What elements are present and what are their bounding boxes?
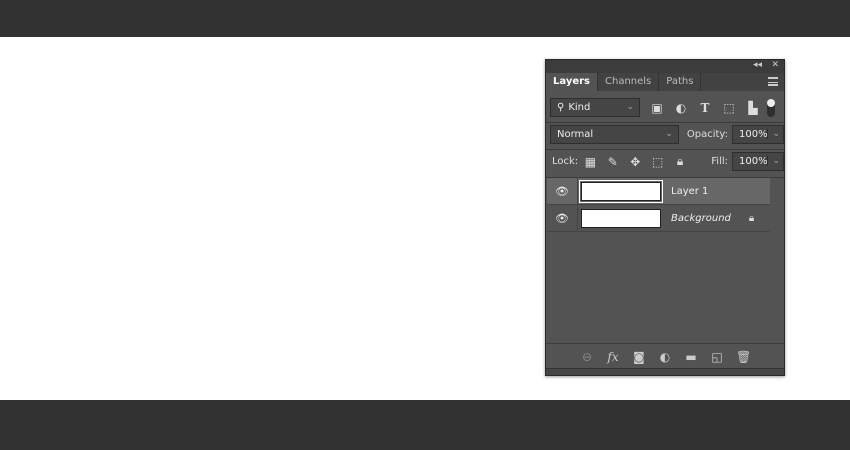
filter-toggle[interactable]: [767, 98, 775, 117]
lock-label: Lock:: [552, 156, 579, 167]
layer-thumbnail: [581, 208, 661, 228]
resize-grip[interactable]: [546, 368, 784, 375]
top-bar: [0, 0, 850, 37]
collapse-icon[interactable]: ◂◂: [753, 60, 762, 70]
visibility-eye-icon[interactable]: 👁︎: [547, 178, 578, 204]
search-icon: ⚲: [557, 102, 565, 113]
chevron-down-icon[interactable]: ⌄: [767, 129, 780, 139]
new-group-icon[interactable]: ▬: [684, 350, 698, 364]
lock-all-icon[interactable]: 🔒︎: [674, 154, 686, 169]
tab-paths[interactable]: Paths: [659, 73, 702, 91]
kind-label: Kind: [568, 102, 591, 113]
layer-row-layer-1[interactable]: 👁︎ Layer 1: [547, 178, 770, 205]
opacity-label: Opacity:: [686, 129, 728, 140]
add-mask-icon[interactable]: ◙: [632, 350, 646, 364]
layer-name[interactable]: Layer 1: [671, 186, 708, 197]
fill-value: 100%: [739, 156, 768, 167]
tab-layers[interactable]: Layers: [546, 73, 598, 91]
panel-tabs: Layers Channels Paths: [546, 73, 784, 91]
chevron-down-icon: ⌄: [626, 102, 634, 112]
adjustment-filter-icon[interactable]: ◐: [674, 101, 688, 115]
lock-row: Lock: ▦ ✎ ✥ ⬚ 🔒︎ Fill: 100% ⌄: [552, 152, 785, 171]
new-layer-icon[interactable]: ◱: [710, 350, 724, 364]
fill-input[interactable]: 100% ⌄: [732, 152, 785, 171]
chevron-down-icon: ⌄: [665, 129, 673, 139]
smart-object-filter-icon[interactable]: ▙: [746, 101, 760, 115]
opacity-input[interactable]: 100% ⌄: [732, 125, 784, 144]
panel-header: ◂◂ ✕: [546, 60, 784, 73]
filter-row: ⚲ Kind ⌄ ▣ ◐ T ⬚ ▙: [550, 98, 784, 117]
adjustment-layer-icon[interactable]: ◐: [658, 350, 672, 364]
pixel-filter-icon[interactable]: ▣: [650, 101, 664, 115]
fill-label: Fill:: [711, 156, 729, 167]
panel-menu-icon[interactable]: [768, 77, 778, 86]
lock-position-icon[interactable]: ✥: [629, 155, 641, 169]
type-filter-icon[interactable]: T: [698, 101, 712, 115]
lock-transparent-icon[interactable]: ▦: [584, 155, 596, 169]
blend-row: Normal ⌄ Opacity: 100% ⌄: [550, 125, 784, 144]
opacity-value: 100%: [739, 129, 768, 140]
layer-thumbnail: [579, 179, 663, 203]
close-icon[interactable]: ✕: [771, 60, 779, 70]
fx-icon[interactable]: fx: [606, 350, 620, 364]
blend-mode-value: Normal: [557, 129, 594, 140]
visibility-eye-icon[interactable]: 👁︎: [547, 205, 578, 231]
bottom-bar: [0, 400, 850, 450]
trash-icon[interactable]: 🗑︎: [736, 350, 751, 364]
tab-channels[interactable]: Channels: [598, 73, 660, 91]
lock-image-icon[interactable]: ✎: [607, 155, 619, 169]
lock-artboard-icon[interactable]: ⬚: [651, 155, 663, 169]
link-layers-icon[interactable]: ⊖: [580, 350, 594, 364]
layers-panel: ◂◂ ✕ Layers Channels Paths ⚲ Kind ⌄ ▣ ◐ …: [545, 59, 785, 376]
chevron-down-icon[interactable]: ⌄: [767, 156, 780, 166]
panel-footer: ⊖ fx ◙ ◐ ▬ ◱ 🗑︎: [546, 343, 784, 370]
kind-filter-select[interactable]: ⚲ Kind ⌄: [550, 98, 640, 117]
blend-mode-select[interactable]: Normal ⌄: [550, 125, 679, 144]
layer-row-background[interactable]: 👁︎ Background 🔒︎: [547, 205, 770, 232]
layer-name[interactable]: Background: [671, 213, 731, 224]
shape-filter-icon[interactable]: ⬚: [722, 101, 736, 115]
layer-lock-icon: 🔒︎: [748, 212, 755, 224]
